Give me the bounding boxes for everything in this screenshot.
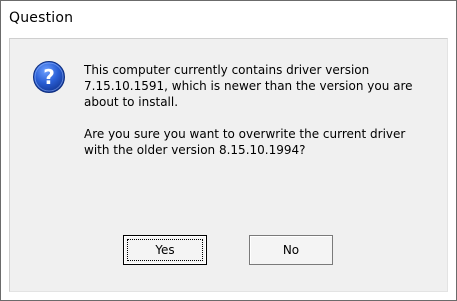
window-title: Question [9,10,74,26]
message-paragraph-1: This computer currently contains driver … [84,63,413,109]
no-button-label: No [282,243,300,257]
no-button[interactable]: No [249,235,333,265]
dialog-message: This computer currently contains driver … [84,62,434,174]
message-paragraph-2: Are you sure you want to overwrite the c… [84,127,406,157]
yes-button-label: Yes [155,243,175,257]
question-dialog: Question ? This computer currently conta… [0,0,457,301]
svg-text:?: ? [43,65,55,89]
title-bar[interactable]: Question [1,1,456,37]
question-icon: ? [32,60,66,94]
dialog-body: ? This computer currently contains drive… [9,38,448,292]
yes-button[interactable]: Yes [123,235,207,265]
